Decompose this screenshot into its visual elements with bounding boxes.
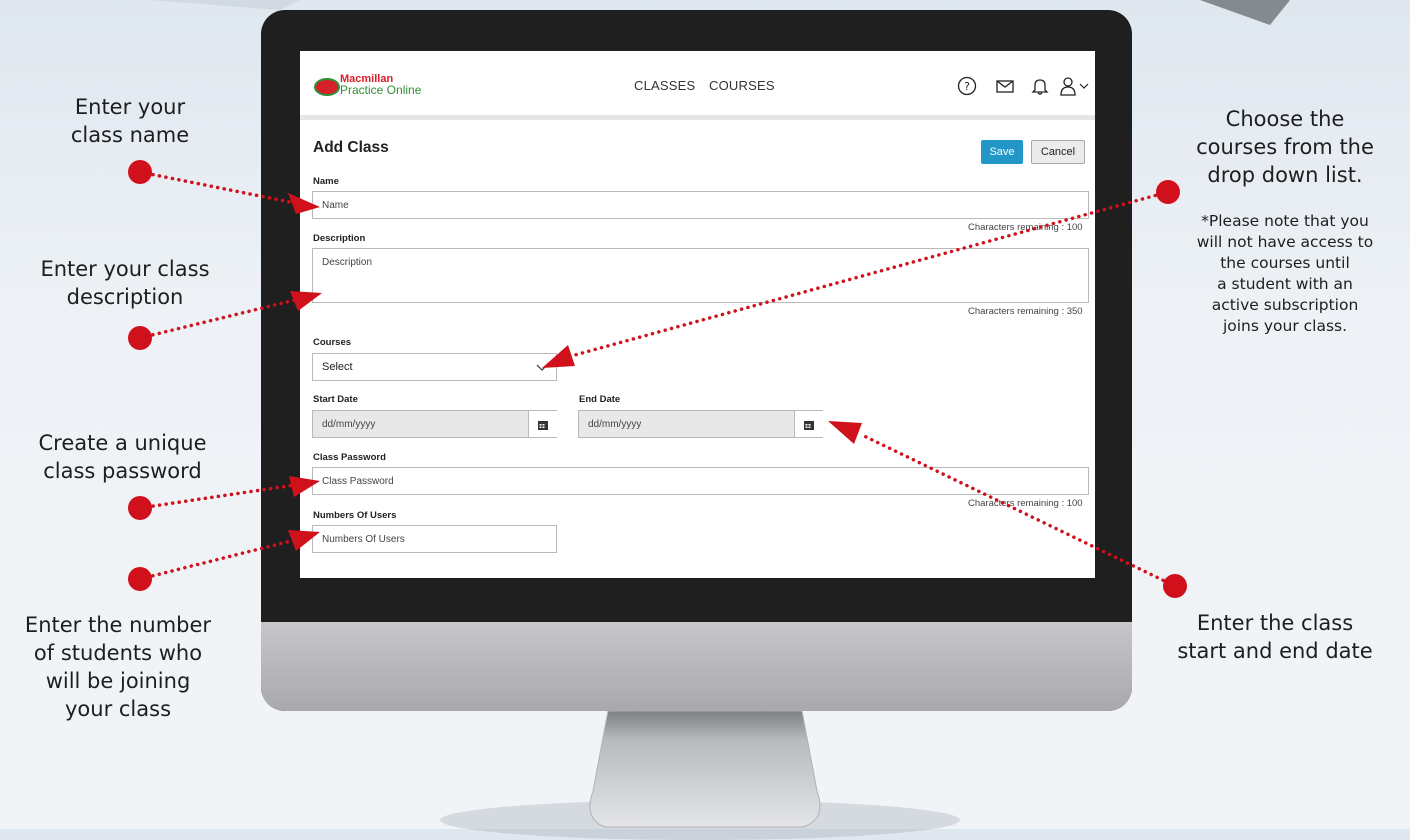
- arrow-users: [138, 538, 297, 581]
- arrow-password: [138, 483, 297, 510]
- dot-dates: [1163, 574, 1187, 598]
- arrowhead-name: [288, 193, 320, 214]
- arrowhead-courses: [542, 345, 575, 368]
- arrowhead-password: [289, 476, 320, 497]
- arrowhead-dates: [828, 421, 862, 444]
- callout-arrows: [128, 160, 1187, 598]
- arrow-name: [138, 170, 297, 205]
- dot-description: [128, 326, 152, 350]
- dot-password: [128, 496, 152, 520]
- dot-name: [128, 160, 152, 184]
- arrow-description: [138, 298, 297, 340]
- arrow-courses: [573, 190, 1170, 357]
- arrow-dates: [858, 432, 1177, 588]
- dot-users: [128, 567, 152, 591]
- arrowhead-users: [288, 530, 320, 551]
- arrowhead-description: [290, 291, 322, 311]
- dot-courses: [1156, 180, 1180, 204]
